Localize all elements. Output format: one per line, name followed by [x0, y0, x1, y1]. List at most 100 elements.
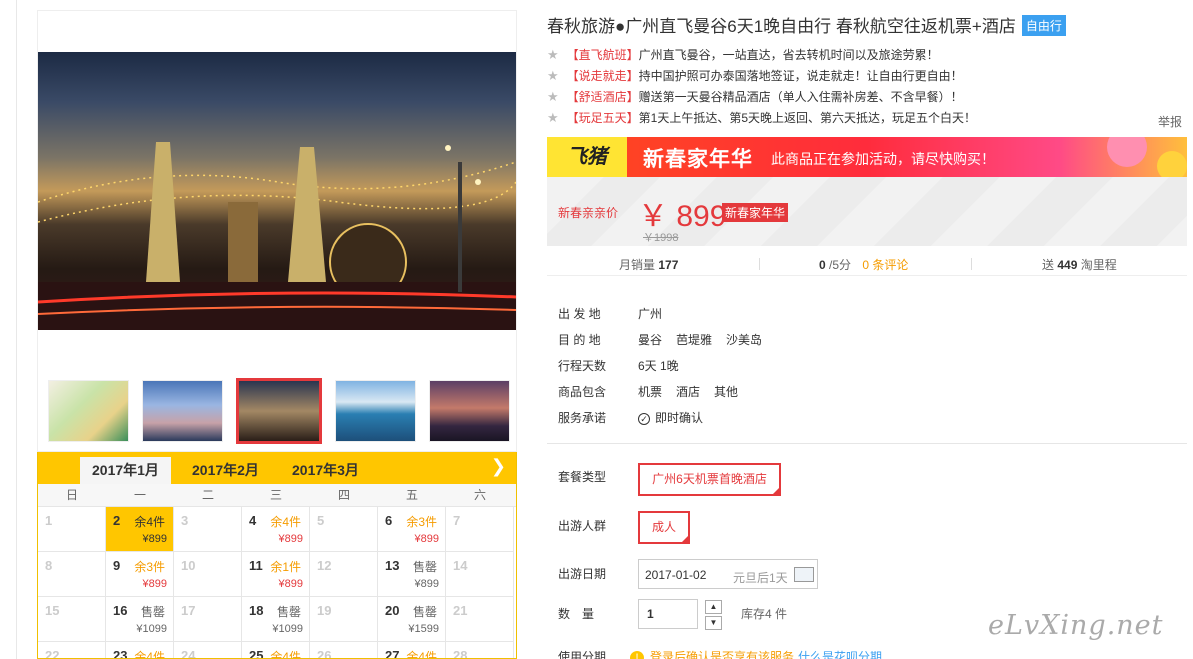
day-number: 10: [181, 558, 196, 573]
product-title-text: 春秋旅游●广州直飞曼谷6天1晚自由行 春秋航空往返机票+酒店: [547, 17, 1016, 36]
original-price: ￥1998: [643, 232, 679, 244]
day-number: 4: [249, 513, 257, 528]
promo-banner[interactable]: 飞猪 新春家年华 此商品正在参加活动，请尽快购买！: [547, 137, 1187, 177]
calendar-day-cell[interactable]: 11 余1件 ¥899: [242, 552, 310, 597]
installment-label: 使用分期: [558, 650, 607, 659]
feature-item: ★ 【说走就走】持中国护照可办泰国落地签证，说走就走！让自由行更自由！: [547, 65, 1187, 86]
free-travel-badge: 自由行: [1021, 15, 1066, 36]
points-suffix: 淘里程: [1080, 258, 1117, 272]
increment-icon[interactable]: ▲: [705, 600, 722, 614]
calendar-day-cell[interactable]: 23 余4件: [106, 642, 174, 659]
day-number: 7: [453, 513, 461, 528]
day-number: 18: [249, 603, 264, 618]
day-number: 17: [181, 603, 196, 618]
thumbnail-5[interactable]: [429, 380, 510, 442]
day-stock: 余3件: [406, 515, 437, 529]
calendar-day-cell[interactable]: 27 余4件: [378, 642, 446, 659]
calendar-day-cell[interactable]: 16 售罄 ¥1099: [106, 597, 174, 642]
destination-value: 沙美岛: [726, 332, 763, 347]
group-label: 出游人群: [558, 519, 607, 533]
day-stock: 余4件: [406, 650, 437, 659]
thumbnail-2[interactable]: [142, 380, 223, 442]
calendar-day-cell[interactable]: 4 余4件 ¥899: [242, 507, 310, 552]
bangkok-night-illustration: [38, 142, 516, 330]
day-number: 19: [317, 603, 332, 618]
calendar-day-cell: 21: [446, 597, 514, 642]
calendar-day-cell: 19: [310, 597, 378, 642]
feature-item: ★ 【直飞航班】广州直飞曼谷，一站直达，省去转机时间以及旅途劳累！: [547, 44, 1187, 65]
weekday-label: 四: [337, 488, 350, 502]
day-number: 26: [317, 648, 332, 659]
decrement-icon[interactable]: ▼: [705, 616, 722, 630]
thumbnail-1[interactable]: [48, 380, 129, 442]
info-row-origin: 出 发 地 广州: [558, 300, 776, 326]
points-count: 449: [1057, 258, 1078, 272]
page-left-border: [16, 0, 17, 659]
calendar-icon[interactable]: [794, 567, 814, 582]
calendar-day-cell[interactable]: 20 售罄 ¥1599: [378, 597, 446, 642]
info-key: 商品包含: [558, 384, 607, 399]
feature-text: 赠送第一天曼谷精品酒店（单人入住需补房差、不含早餐）！: [638, 90, 963, 104]
day-number: 12: [317, 558, 332, 573]
calendar-day-cell: 3: [174, 507, 242, 552]
includes-value: 酒店: [676, 384, 701, 399]
day-number: 9: [113, 558, 121, 573]
group-option-button[interactable]: 成人: [638, 511, 690, 544]
calendar-day-cell[interactable]: 6 余3件 ¥899: [378, 507, 446, 552]
info-value: 机票 酒店 其他: [638, 383, 752, 400]
day-price: ¥899: [278, 533, 303, 545]
departure-calendar: 2017年1月 2017年2月 2017年3月 ❯ 日 一 二 三 四 五 六 …: [37, 452, 517, 659]
main-product-photo[interactable]: [38, 52, 516, 330]
report-link[interactable]: 举报: [1158, 113, 1182, 130]
sales-label: 月销量: [619, 258, 656, 272]
thumbnail-3-selected[interactable]: [236, 378, 322, 444]
rating-suffix: /5分: [829, 258, 852, 272]
info-key: 行程天数: [558, 358, 607, 373]
day-stock: 余4件: [270, 515, 301, 529]
weekday-label: 日: [65, 488, 78, 502]
promo-text: 此商品正在参加活动，请尽快购买！: [771, 151, 995, 167]
calendar-day-cell[interactable]: 18 售罄 ¥1099: [242, 597, 310, 642]
date-hint: 元旦后1天: [733, 571, 788, 585]
check-circle-icon: ✓: [638, 412, 650, 425]
thumbnail-strip: [48, 378, 510, 444]
day-number: 28: [453, 648, 468, 659]
installment-help-link[interactable]: 什么是花呗分期: [798, 650, 882, 659]
includes-value: 其他: [714, 384, 739, 399]
month-tab-2[interactable]: 2017年2月: [180, 457, 271, 484]
info-key: 服务承诺: [558, 410, 607, 425]
calendar-day-cell[interactable]: 25 余4件: [242, 642, 310, 659]
fliggy-logo: 飞猪: [547, 137, 627, 177]
installment-note: 登录后确认是否享有该服务: [650, 650, 795, 659]
date-picker-input[interactable]: 2017-01-02 元旦后1天: [638, 559, 818, 589]
chevron-right-icon[interactable]: ❯: [491, 456, 506, 477]
day-price: ¥899: [414, 578, 439, 590]
day-number: 27: [385, 648, 400, 659]
calendar-day-cell: 17: [174, 597, 242, 642]
product-title: 春秋旅游●广州直飞曼谷6天1晚自由行 春秋航空往返机票+酒店 自由行: [547, 12, 1066, 37]
quantity-input[interactable]: 1: [638, 599, 698, 629]
day-number: 3: [181, 513, 189, 528]
sales-count: 177: [658, 258, 679, 272]
calendar-day-cell[interactable]: 2 余4件 ¥899: [106, 507, 174, 552]
points-prefix: 送: [1042, 258, 1055, 272]
calendar-day-cell: 22: [38, 642, 106, 658]
thumbnail-4[interactable]: [335, 380, 416, 442]
day-price: ¥1599: [408, 623, 439, 635]
stock-count: 库存4 件: [741, 607, 788, 621]
review-count-link[interactable]: 0 条评论: [862, 258, 908, 272]
feature-text: 持中国护照可办泰国落地签证，说走就走！让自由行更自由！: [638, 69, 963, 83]
calendar-day-cell[interactable]: 9 余3件 ¥899: [106, 552, 174, 597]
package-option-button[interactable]: 广州6天机票首晚酒店: [638, 463, 781, 496]
star-icon: ★: [547, 110, 559, 125]
price-promo-badge: 新春家年华: [722, 203, 789, 222]
day-number: 23: [113, 648, 128, 659]
day-stock: 余4件: [270, 650, 301, 659]
day-stock: 余4件: [134, 650, 165, 659]
month-tab-1[interactable]: 2017年1月: [80, 457, 171, 484]
month-tab-3[interactable]: 2017年3月: [280, 457, 371, 484]
date-value: 2017-01-02: [645, 568, 707, 582]
feature-tag: 【直飞航班】: [566, 48, 639, 62]
calendar-day-cell[interactable]: 13 售罄 ¥899: [378, 552, 446, 597]
star-icon: ★: [547, 89, 559, 104]
